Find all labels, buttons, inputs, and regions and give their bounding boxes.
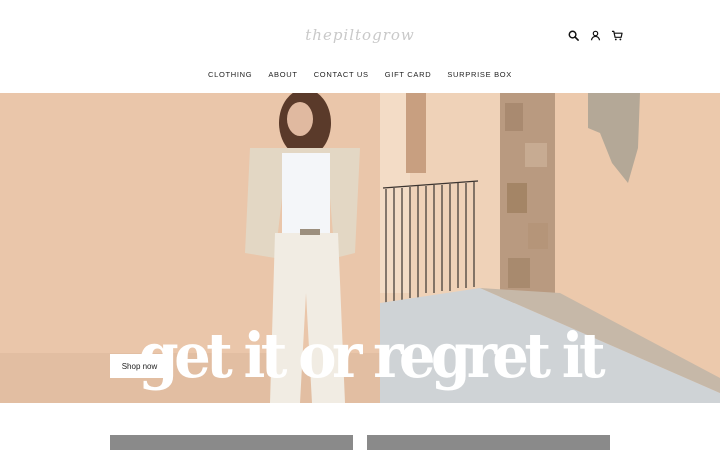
collection-card[interactable] xyxy=(110,435,353,450)
brand-logo-text: thepiltogrow xyxy=(305,26,414,44)
site-header: thepiltogrow CLOTHING ABOUT CONTACT US G… xyxy=(0,0,720,93)
main-nav: CLOTHING ABOUT CONTACT US GIFT CARD SURP… xyxy=(0,70,720,79)
header-icons xyxy=(566,28,624,42)
hero-banner: get it or regret it Shop now xyxy=(0,93,720,403)
nav-item-surprise-box[interactable]: SURPRISE BOX xyxy=(439,70,520,79)
nav-item-contact-us[interactable]: CONTACT US xyxy=(306,70,377,79)
nav-item-clothing[interactable]: CLOTHING xyxy=(200,70,260,79)
nav-item-gift-card[interactable]: GIFT CARD xyxy=(377,70,440,79)
collection-card[interactable] xyxy=(367,435,610,450)
brand-logo[interactable]: thepiltogrow xyxy=(300,14,420,54)
cart-icon[interactable] xyxy=(610,28,624,42)
account-icon[interactable] xyxy=(588,28,602,42)
nav-item-about[interactable]: ABOUT xyxy=(260,70,305,79)
hero-image xyxy=(0,93,720,403)
shop-now-button[interactable]: Shop now xyxy=(110,354,169,378)
search-icon[interactable] xyxy=(566,28,580,42)
